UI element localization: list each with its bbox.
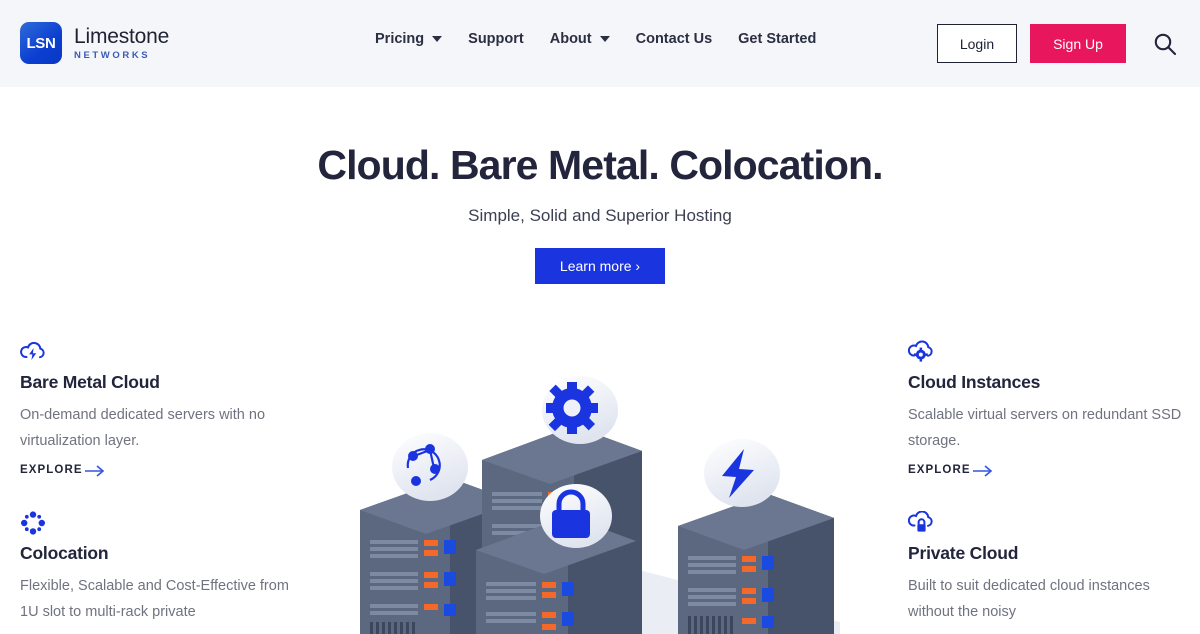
login-button[interactable]: Login <box>937 24 1017 63</box>
explore-link[interactable]: EXPLORE <box>908 463 994 477</box>
explore-label: EXPLORE <box>908 463 971 476</box>
chevron-down-icon[interactable] <box>599 36 610 42</box>
feature-card-private-cloud[interactable]: Private Cloud Built to suit dedicated cl… <box>907 510 1198 626</box>
feature-description: Flexible, Scalable and Cost-Effective fr… <box>20 578 289 620</box>
page-title: Cloud. Bare Metal. Colocation. <box>317 142 883 188</box>
brand-logo[interactable]: LSN Limestone NETWORKS <box>20 22 169 64</box>
brand-subtitle: NETWORKS <box>74 49 151 61</box>
feature-description: Built to suit dedicated cloud instances … <box>908 578 1150 620</box>
nav-item-pricing[interactable]: Pricing <box>375 31 443 47</box>
nav-item-contact-us[interactable]: Contact Us <box>636 31 713 47</box>
features-section: Bare Metal Cloud On-demand dedicated ser… <box>0 340 1200 634</box>
nav-item-label: Support <box>468 31 524 47</box>
site-header: LSN Limestone NETWORKS Pricing Support A… <box>0 0 1200 87</box>
logo-mark-text: LSN <box>26 34 56 52</box>
hero-subtitle: Simple, Solid and Superior Hosting <box>468 206 732 225</box>
feature-description: On-demand dedicated servers with no virt… <box>20 407 266 449</box>
chevron-down-icon[interactable] <box>432 36 443 42</box>
nav-item-label: Get Started <box>738 31 817 47</box>
network-nodes-icon <box>20 511 310 537</box>
brand-name: Limestone <box>74 24 170 48</box>
cloud-lock-icon <box>907 510 1198 537</box>
arrow-right-icon <box>972 464 992 477</box>
nav-item-support[interactable]: Support <box>468 31 524 47</box>
nav-item-about[interactable]: About <box>550 31 610 47</box>
explore-label: EXPLORE <box>20 463 83 476</box>
nav-item-label: Pricing <box>375 31 425 47</box>
main-nav: Pricing Support About Contact Us Get Sta… <box>375 31 816 47</box>
feature-title: Cloud Instances <box>908 372 1041 392</box>
arrow-right-icon <box>84 464 104 477</box>
cloud-lightning-icon <box>20 340 310 366</box>
hero-section: Cloud. Bare Metal. Colocation. Simple, S… <box>0 87 1200 284</box>
feature-title: Colocation <box>20 543 109 563</box>
logo-mark-icon: LSN <box>20 22 62 64</box>
feature-title: Private Cloud <box>908 543 1019 563</box>
feature-card-bare-metal-cloud[interactable]: Bare Metal Cloud On-demand dedicated ser… <box>20 340 310 478</box>
feature-card-colocation[interactable]: Colocation Flexible, Scalable and Cost-E… <box>20 511 310 626</box>
nav-item-get-started[interactable]: Get Started <box>738 31 816 47</box>
nav-item-label: Contact Us <box>635 31 713 47</box>
signup-button[interactable]: Sign Up <box>1030 24 1126 63</box>
learn-more-button[interactable]: Learn more › <box>535 248 665 284</box>
header-actions: Login Sign Up <box>937 24 1182 63</box>
cloud-gear-icon <box>907 340 1198 366</box>
feature-card-cloud-instances[interactable]: Cloud Instances Scalable virtual servers… <box>907 340 1198 478</box>
feature-description: Scalable virtual servers on redundant SS… <box>908 407 1182 449</box>
search-icon[interactable] <box>1148 27 1182 61</box>
explore-link[interactable]: EXPLORE <box>20 463 106 477</box>
feature-title: Bare Metal Cloud <box>20 372 160 392</box>
nav-item-label: About <box>549 31 592 47</box>
